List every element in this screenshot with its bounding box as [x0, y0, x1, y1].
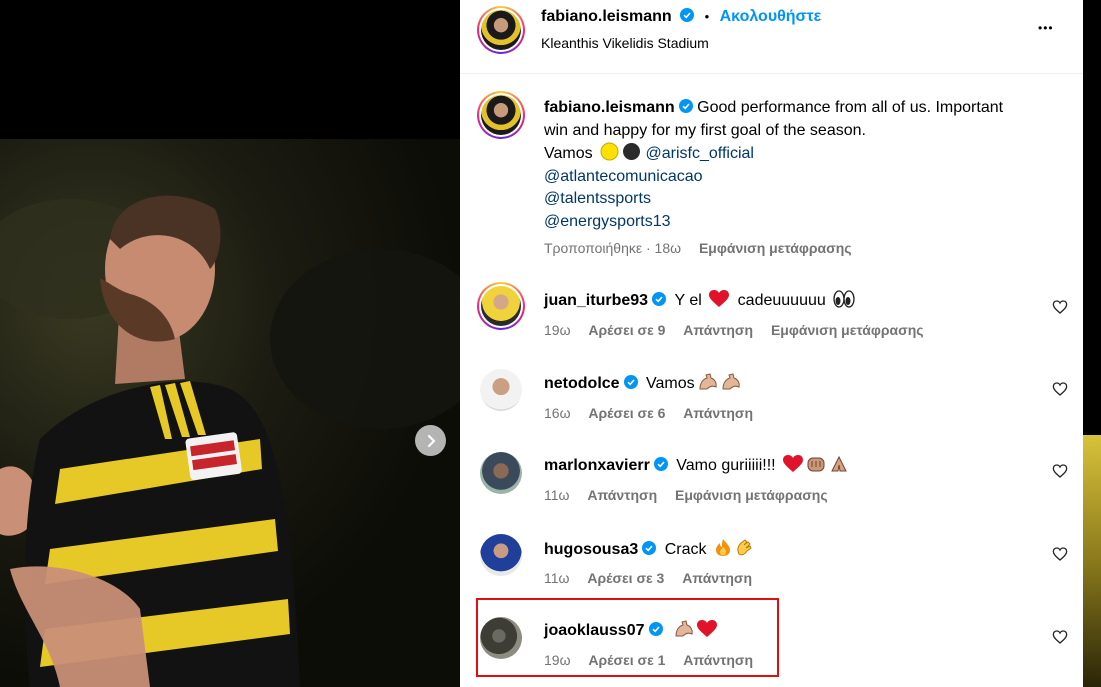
translate-link[interactable]: Εμφάνιση μετάφρασης	[771, 322, 924, 338]
reply-button[interactable]: Απάντηση	[683, 652, 753, 668]
comment-text: Crack	[664, 541, 707, 558]
follow-button[interactable]: Ακολουθήστε	[720, 8, 822, 25]
heart-outline-icon[interactable]	[1052, 381, 1068, 397]
caption-text-line2: win and happy for my first goal of the s…	[544, 121, 866, 139]
edited-timestamp: Τροποποιήθηκε · 18ω	[544, 240, 682, 256]
comment-meta: 19ω Αρέσει σε 9 Απάντηση Εμφάνιση μετάφρ…	[544, 322, 938, 338]
comment-line: joaoklauss07	[544, 620, 717, 640]
comment-username[interactable]: hugosousa3	[544, 541, 638, 558]
comment-time: 19ω	[544, 652, 571, 668]
next-photo-button[interactable]	[415, 425, 446, 456]
post-detail-panel: fabiano.leismann • Ακολουθήστε Kleanthis…	[460, 0, 1083, 687]
reply-button[interactable]: Απάντηση	[683, 322, 753, 338]
caption-block: fabiano.leismann Good performance from a…	[544, 97, 1064, 233]
comment-line: marlonxavierr Vamo guriiiii!!!	[544, 455, 849, 475]
folded-hands-emoji	[831, 455, 847, 472]
commenter-avatar[interactable]	[480, 452, 522, 494]
caption-vamos: Vamos	[544, 145, 593, 162]
comment-meta: 11ω Απάντηση Εμφάνιση μετάφρασης	[544, 487, 842, 503]
caption-meta: Τροποποιήθηκε · 18ω Εμφάνιση μετάφρασης	[544, 240, 866, 256]
comment-line: netodolce Vamos	[544, 373, 741, 393]
verified-badge-icon	[653, 457, 668, 471]
black-circle-emoji	[623, 143, 641, 160]
comment-time: 11ω	[544, 487, 570, 503]
comment-time: 11ω	[544, 570, 570, 586]
fist-bump-emoji	[807, 457, 825, 472]
red-heart-emoji	[783, 455, 804, 472]
comment-username[interactable]: juan_iturbe93	[544, 292, 648, 309]
mention-arisfc[interactable]: @arisfc_official	[646, 145, 754, 162]
red-heart-emoji	[696, 620, 717, 637]
comment-username[interactable]: joaoklauss07	[544, 622, 645, 639]
caption-translate-link[interactable]: Εμφάνιση μετάφρασης	[699, 240, 852, 256]
reply-button[interactable]: Απάντηση	[587, 487, 657, 503]
flexed-biceps-emoji	[722, 373, 740, 390]
author-username[interactable]: fabiano.leismann	[541, 8, 672, 25]
post-location[interactable]: Kleanthis Vikelidis Stadium	[541, 35, 709, 51]
comment-line: hugosousa3 Crack	[544, 538, 755, 559]
commenter-avatar[interactable]	[480, 369, 522, 411]
commenter-avatar[interactable]	[477, 282, 525, 330]
flexed-biceps-emoji	[675, 620, 693, 637]
verified-badge-icon	[648, 622, 663, 636]
red-heart-emoji	[709, 290, 730, 307]
verified-badge-icon	[652, 292, 667, 306]
commenter-avatar[interactable]	[480, 534, 522, 576]
next-post-preview[interactable]	[1083, 435, 1101, 687]
comment-likes[interactable]: Αρέσει σε 6	[588, 405, 665, 421]
comment-text: Vamos	[646, 375, 695, 392]
post-header: fabiano.leismann • Ακολουθήστε Kleanthis…	[460, 0, 1083, 74]
post-photo[interactable]	[0, 139, 460, 687]
heart-outline-icon[interactable]	[1052, 629, 1068, 645]
comment-meta: 11ω Αρέσει σε 3 Απάντηση	[544, 570, 766, 586]
caption-text-line1: Good performance from all of us. Importa…	[697, 99, 1004, 116]
comment-text-2: cadeuuuuuu	[737, 292, 826, 309]
comment-username[interactable]: marlonxavierr	[544, 457, 650, 474]
caption-username[interactable]: fabiano.leismann	[544, 99, 675, 116]
player-photo-illustration	[0, 195, 460, 687]
heart-outline-icon[interactable]	[1052, 463, 1068, 479]
post-media-pane	[0, 0, 460, 687]
caption-author-avatar[interactable]	[477, 91, 525, 139]
flexed-biceps-emoji	[699, 373, 717, 390]
yellow-circle-emoji	[600, 142, 619, 161]
comment-username[interactable]: netodolce	[544, 375, 620, 392]
heart-outline-icon[interactable]	[1052, 299, 1068, 315]
dot-separator: •	[704, 9, 710, 24]
mention-talentssports[interactable]: @talentssports	[544, 190, 651, 207]
author-avatar[interactable]	[477, 6, 525, 54]
reply-button[interactable]: Απάντηση	[682, 570, 752, 586]
verified-badge-icon	[680, 8, 695, 22]
more-options-icon[interactable]: •••	[1038, 21, 1054, 35]
reply-button[interactable]: Απάντηση	[683, 405, 753, 421]
comment-meta: 16ω Αρέσει σε 6 Απάντηση	[544, 405, 767, 421]
commenter-avatar[interactable]	[480, 617, 522, 659]
fire-emoji	[715, 539, 730, 556]
mention-atlante[interactable]: @atlantecomunicacao	[544, 168, 703, 185]
comment-likes[interactable]: Αρέσει σε 1	[588, 652, 665, 668]
comment-likes[interactable]: Αρέσει σε 3	[587, 570, 664, 586]
eyes-emoji	[833, 290, 855, 308]
comment-line: juan_iturbe93 Y el cadeuuuuuu	[544, 290, 855, 310]
verified-badge-icon	[642, 541, 657, 555]
comment-likes[interactable]: Αρέσει σε 9	[588, 322, 665, 338]
comment-time: 19ω	[544, 322, 571, 338]
clapping-hands-emoji	[737, 539, 752, 556]
heart-outline-icon[interactable]	[1052, 546, 1068, 562]
verified-badge-icon	[623, 375, 638, 389]
translate-link[interactable]: Εμφάνιση μετάφρασης	[675, 487, 828, 503]
mention-energysports[interactable]: @energysports13	[544, 213, 671, 230]
verified-badge-icon	[678, 99, 693, 113]
comment-text: Vamo guriiiii!!!	[676, 457, 776, 474]
comment-text: Y el	[674, 292, 702, 309]
comment-meta: 19ω Αρέσει σε 1 Απάντηση	[544, 652, 767, 668]
comment-time: 16ω	[544, 405, 571, 421]
chevron-right-icon	[427, 434, 435, 447]
